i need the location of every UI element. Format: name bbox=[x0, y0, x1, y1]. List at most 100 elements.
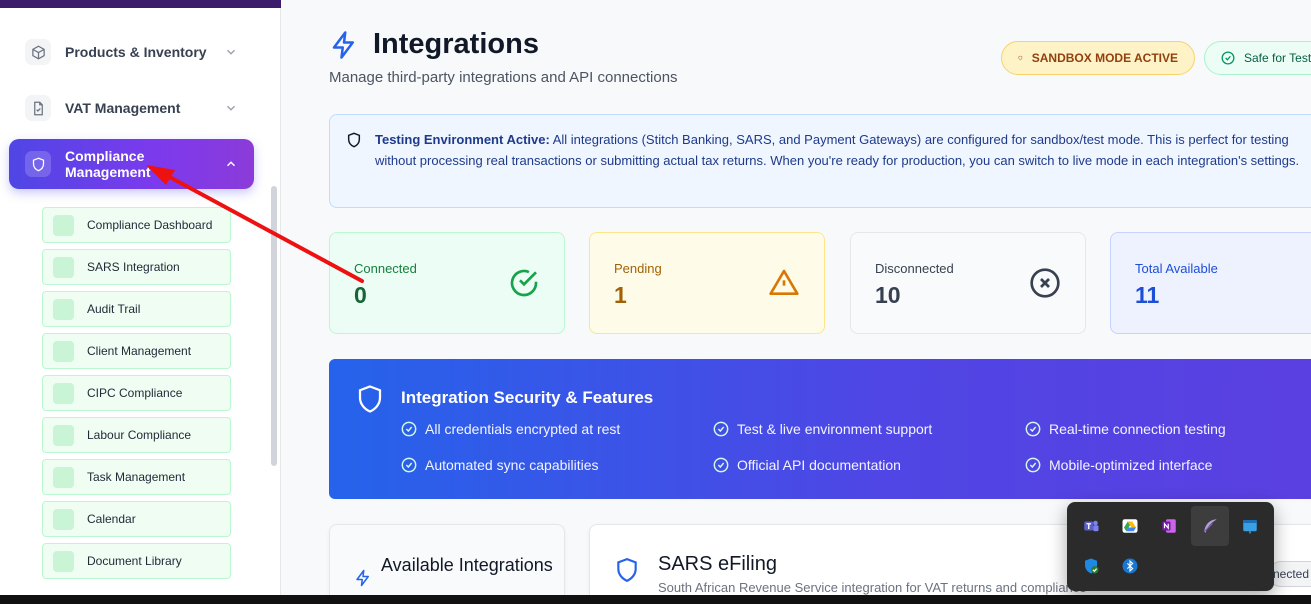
safe-badge-label: Safe for Test bbox=[1244, 51, 1311, 65]
windows-security-icon[interactable] bbox=[1075, 550, 1107, 582]
sub-item-task-management[interactable]: Task Management bbox=[42, 459, 231, 495]
shield-icon bbox=[358, 385, 382, 413]
nav-label: Compliance Management bbox=[65, 148, 151, 180]
check-circle-icon bbox=[1025, 421, 1041, 437]
page-title: Integrations bbox=[373, 28, 539, 60]
sandbox-badge-label: SANDBOX MODE ACTIVE bbox=[1031, 51, 1178, 65]
sub-item-labour-compliance[interactable]: Labour Compliance bbox=[42, 417, 231, 453]
feature-label: Mobile-optimized interface bbox=[1049, 457, 1213, 473]
chevron-down-icon[interactable] bbox=[224, 101, 238, 115]
alert-lead: Testing Environment Active: bbox=[375, 132, 550, 147]
shield-icon bbox=[347, 132, 361, 148]
stat-value: 11 bbox=[1135, 282, 1160, 308]
chevron-up-icon[interactable] bbox=[224, 157, 238, 171]
check-circle-icon bbox=[1221, 51, 1235, 65]
sub-item-client-management[interactable]: Client Management bbox=[42, 333, 231, 369]
check-circle-icon bbox=[510, 269, 538, 297]
sub-item-cipc-compliance[interactable]: CIPC Compliance bbox=[42, 375, 231, 411]
sub-item-label: Labour Compliance bbox=[87, 428, 192, 442]
stat-value: 0 bbox=[354, 282, 367, 308]
sub-item-label: Client Management bbox=[87, 344, 192, 358]
sub-item-calendar[interactable]: Calendar bbox=[42, 501, 231, 537]
testing-environment-alert: Testing Environment Active: All integrat… bbox=[329, 114, 1311, 208]
system-tray-overflow bbox=[1067, 502, 1274, 591]
sub-item-icon bbox=[53, 382, 74, 404]
chevron-down-icon[interactable] bbox=[224, 45, 238, 59]
stat-card-total-available: Total Available 11 bbox=[1110, 232, 1311, 334]
sub-item-audit-trail[interactable]: Audit Trail bbox=[42, 291, 231, 327]
shield-icon bbox=[1018, 55, 1023, 61]
connection-status-badge: nected bbox=[1268, 561, 1311, 587]
shield-icon bbox=[25, 151, 51, 177]
feather-icon[interactable] bbox=[1191, 506, 1229, 546]
nav-item-compliance-management[interactable]: Compliance Management bbox=[9, 139, 254, 189]
warning-icon bbox=[769, 269, 799, 295]
stat-value: 10 bbox=[875, 282, 901, 308]
alert-text: Testing Environment Active: All integrat… bbox=[375, 130, 1305, 171]
sub-item-label: Audit Trail bbox=[87, 302, 141, 316]
sub-item-label: SARS Integration bbox=[87, 260, 180, 274]
check-circle-icon bbox=[713, 421, 729, 437]
nav-label: VAT Management bbox=[65, 100, 181, 116]
nav-item-products-inventory[interactable]: Products & Inventory bbox=[9, 27, 254, 77]
nav-item-vat-management[interactable]: VAT Management bbox=[9, 83, 254, 133]
sub-item-icon bbox=[53, 466, 74, 488]
taskbar-edge bbox=[0, 595, 1311, 604]
available-integrations-card: Available Integrations bbox=[329, 524, 565, 595]
sidebar-top-bar bbox=[0, 0, 281, 8]
sars-description: South African Revenue Service integratio… bbox=[658, 580, 1087, 595]
stat-value: 1 bbox=[614, 282, 627, 308]
sub-item-icon bbox=[53, 550, 74, 572]
stat-label: Total Available bbox=[1135, 261, 1218, 276]
shield-icon bbox=[617, 558, 637, 583]
sub-item-icon bbox=[53, 508, 74, 530]
document-icon bbox=[25, 95, 51, 121]
sub-item-label: Compliance Dashboard bbox=[87, 218, 213, 232]
check-circle-icon bbox=[401, 421, 417, 437]
feature-label: All credentials encrypted at rest bbox=[425, 421, 621, 437]
stat-label: Connected bbox=[354, 261, 417, 276]
security-features-banner: Integration Security & Features All cred… bbox=[329, 359, 1311, 499]
teams-icon[interactable] bbox=[1075, 510, 1107, 542]
feature-item: Official API documentation bbox=[713, 457, 901, 473]
security-title: Integration Security & Features bbox=[401, 388, 654, 407]
sub-item-compliance-dashboard[interactable]: Compliance Dashboard bbox=[42, 207, 231, 243]
box-icon bbox=[25, 39, 51, 65]
feature-item: Test & live environment support bbox=[713, 421, 932, 437]
check-circle-icon bbox=[713, 457, 729, 473]
stat-label: Pending bbox=[614, 261, 662, 276]
app-window-icon[interactable] bbox=[1234, 510, 1266, 542]
nav-label: Products & Inventory bbox=[65, 44, 207, 60]
stat-card-connected: Connected 0 bbox=[329, 232, 565, 334]
sidebar: Products & Inventory VAT Management Comp… bbox=[0, 0, 281, 595]
page-title-row: Integrations bbox=[329, 28, 539, 61]
feature-label: Real-time connection testing bbox=[1049, 421, 1226, 437]
feature-label: Official API documentation bbox=[737, 457, 901, 473]
sars-title: SARS eFiling bbox=[658, 553, 777, 575]
sub-item-label: Task Management bbox=[87, 470, 186, 484]
sub-item-label: CIPC Compliance bbox=[87, 386, 183, 400]
sub-item-sars-integration[interactable]: SARS Integration bbox=[42, 249, 231, 285]
stat-card-pending: Pending 1 bbox=[589, 232, 825, 334]
onenote-icon[interactable] bbox=[1153, 510, 1185, 542]
sub-item-label: Calendar bbox=[87, 512, 136, 526]
x-circle-icon bbox=[1030, 268, 1060, 298]
feature-item: Mobile-optimized interface bbox=[1025, 457, 1212, 473]
sub-item-icon bbox=[53, 256, 74, 278]
sub-item-icon bbox=[53, 214, 74, 236]
bluetooth-icon[interactable] bbox=[1114, 550, 1146, 582]
feature-label: Automated sync capabilities bbox=[425, 457, 599, 473]
safe-for-test-badge: Safe for Test bbox=[1204, 41, 1311, 75]
stat-label: Disconnected bbox=[875, 261, 954, 276]
feature-label: Test & live environment support bbox=[737, 421, 933, 437]
sandbox-mode-badge: SANDBOX MODE ACTIVE bbox=[1001, 41, 1195, 75]
page-subtitle: Manage third-party integrations and API … bbox=[329, 69, 678, 86]
sidebar-scrollbar[interactable] bbox=[271, 186, 277, 466]
google-drive-icon[interactable] bbox=[1114, 510, 1146, 542]
sub-item-document-library[interactable]: Document Library bbox=[42, 543, 231, 579]
lightning-icon bbox=[332, 30, 354, 59]
feature-item: All credentials encrypted at rest bbox=[401, 421, 620, 437]
sub-item-label: Document Library bbox=[87, 554, 182, 568]
stat-card-disconnected: Disconnected 10 bbox=[850, 232, 1086, 334]
check-circle-icon bbox=[1025, 457, 1041, 473]
